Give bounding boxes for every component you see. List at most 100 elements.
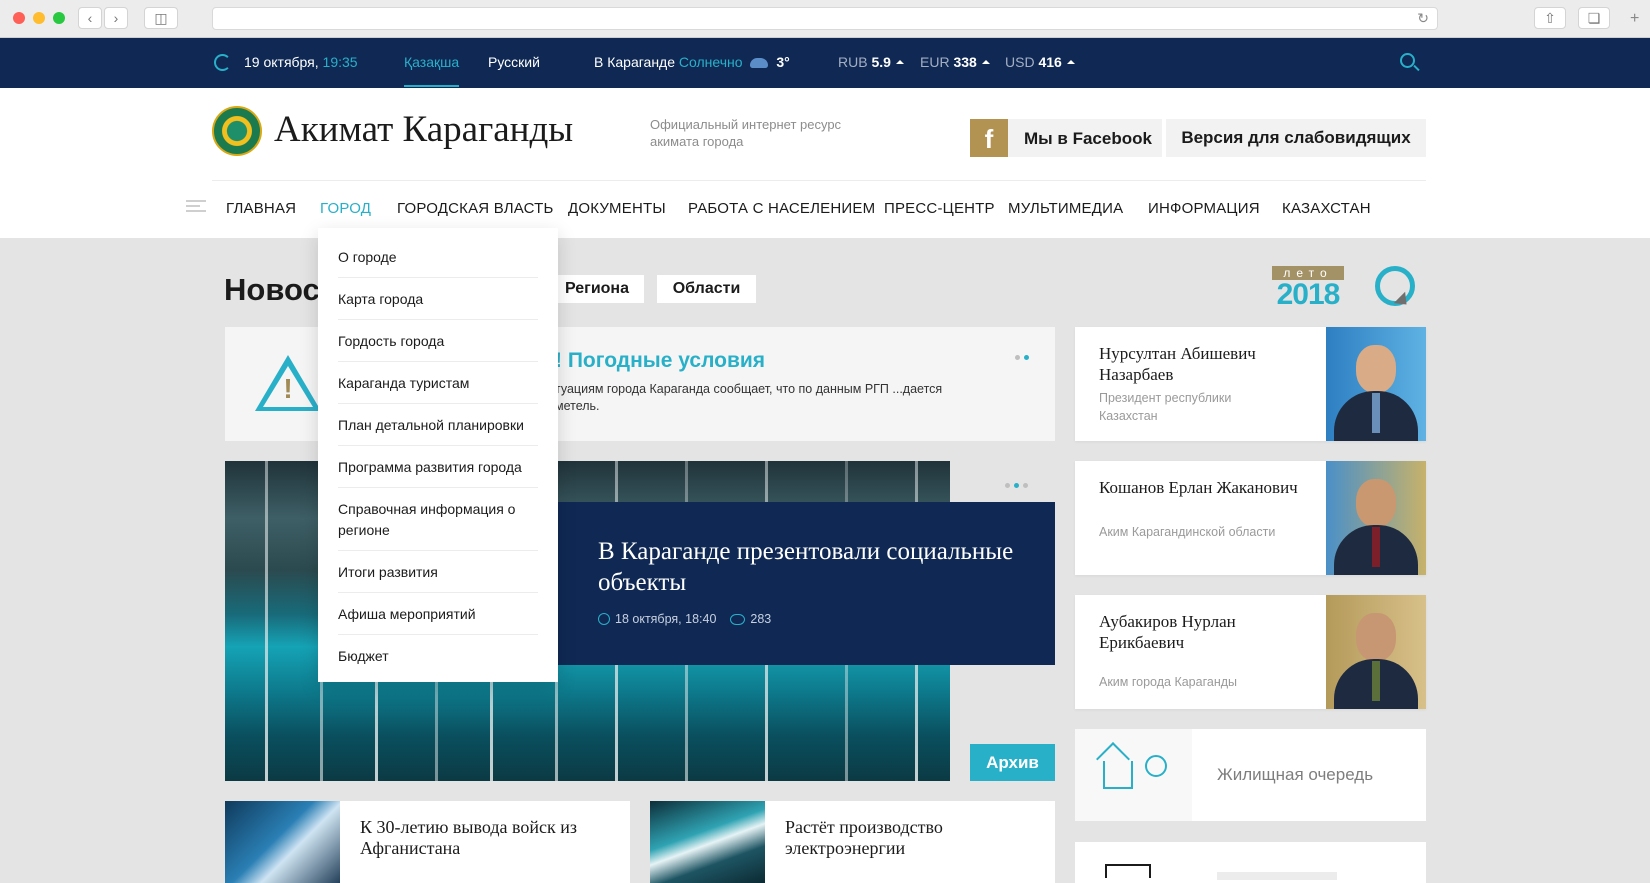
person-photo[interactable] (1326, 595, 1426, 709)
forward-icon[interactable]: › (104, 7, 128, 29)
news-thumbnail[interactable] (225, 801, 340, 883)
news-card[interactable]: Растёт производство электроэнергии (650, 801, 1055, 883)
weather-widget: В Караганде Солнечно 3° (594, 54, 790, 70)
currency-eur[interactable]: EUR 338 (920, 54, 990, 70)
pager-dot-active[interactable] (1014, 483, 1019, 488)
alert-pagination[interactable] (1015, 347, 1045, 360)
weather-city: В Караганде (594, 54, 676, 70)
news-date: 18 октября, 18:40 (615, 612, 717, 626)
tab-region[interactable]: Региона (550, 275, 644, 303)
person-card[interactable]: Нурсултан Абишевич Назарбаев Президент р… (1075, 327, 1426, 441)
tabs-overview-icon[interactable]: ❏ (1578, 7, 1610, 29)
feature-pagination[interactable] (1005, 475, 1035, 488)
currency-value: 338 (953, 54, 977, 70)
currency-code: EUR (920, 54, 950, 70)
news-card-title[interactable]: Растёт производство электроэнергии (785, 817, 1045, 859)
city-emblem-icon[interactable] (212, 106, 262, 156)
pager-dot[interactable] (1015, 355, 1020, 360)
karagandy-region-logo-icon[interactable] (1375, 266, 1415, 306)
close-window-icon[interactable] (13, 12, 25, 24)
person-role: Президент республики Казахстан (1099, 391, 1232, 423)
summer-2018-badge[interactable]: лето 2018 (1272, 266, 1344, 310)
person-name[interactable]: Аубакиров Нурлан Ерикбаевич (1099, 611, 1309, 653)
current-time: 19:35 (322, 54, 358, 70)
service-icon-area (1075, 729, 1192, 821)
person-name[interactable]: Нурсултан Абишевич Назарбаев (1099, 343, 1309, 385)
address-bar[interactable]: ↻ (212, 7, 1438, 30)
news-card[interactable]: К 30-летию вывода войск из Афганистана (225, 801, 630, 883)
clock-spinner-icon (214, 54, 231, 71)
nav-item-home[interactable]: ГЛАВНАЯ (226, 200, 296, 217)
dropdown-item-events[interactable]: Афиша мероприятий (338, 604, 538, 625)
top-info-bar: 19 октября, 19:35 Қазақша Русский В Кара… (0, 38, 1650, 88)
nav-item-information[interactable]: ИНФОРМАЦИЯ (1148, 200, 1260, 217)
nav-item-public-relations[interactable]: РАБОТА С НАСЕЛЕНИЕМ (688, 200, 875, 217)
dropdown-item-tourists[interactable]: Караганда туристам (338, 373, 538, 394)
nav-item-city-government[interactable]: ГОРОДСКАЯ ВЛАСТЬ (397, 200, 554, 217)
featured-news-meta: 18 октября, 18:40 283 (598, 612, 771, 626)
pager-dot[interactable] (1023, 483, 1028, 488)
service-label (1217, 872, 1337, 880)
dropdown-item-city-map[interactable]: Карта города (338, 289, 538, 310)
nav-item-documents[interactable]: ДОКУМЕНТЫ (568, 200, 666, 217)
nav-item-kazakhstan[interactable]: КАЗАХСТАН (1282, 200, 1371, 217)
hamburger-menu-icon[interactable] (186, 200, 206, 212)
pager-dot-active[interactable] (1024, 355, 1029, 360)
low-vision-button[interactable]: Версия для слабовидящих (1166, 119, 1426, 157)
pager-dot[interactable] (1005, 483, 1010, 488)
lang-russian[interactable]: Русский (488, 54, 540, 70)
caret-up-icon (1066, 60, 1075, 64)
news-thumbnail[interactable] (650, 801, 765, 883)
featured-news-card[interactable]: В Караганде презентовали социальные объе… (548, 502, 1055, 665)
dropdown-item-about-city[interactable]: О городе (338, 247, 538, 268)
currency-rub[interactable]: RUB 5.9 (838, 54, 904, 70)
service-label[interactable]: Жилищная очередь (1217, 765, 1373, 785)
reload-icon[interactable]: ↻ (1417, 10, 1429, 27)
dropdown-item-detailed-plan[interactable]: План детальной планировки (338, 415, 538, 436)
person-name[interactable]: Кошанов Ерлан Жаканович (1099, 477, 1309, 498)
archive-button[interactable]: Архив (970, 744, 1055, 781)
caret-up-icon (895, 60, 904, 64)
date-time: 19 октября, 19:35 (244, 54, 358, 70)
zoom-window-icon[interactable] (53, 12, 65, 24)
share-icon[interactable]: ⇧ (1534, 7, 1566, 29)
sidebar-toggle-icon[interactable]: ◫ (144, 7, 178, 29)
news-heading: Новос (224, 272, 320, 307)
facebook-label: Мы в Facebook (1024, 129, 1152, 148)
person-role: Аким Карагандинской области (1099, 525, 1276, 539)
news-card-title[interactable]: К 30-летию вывода войск из Афганистана (360, 817, 620, 859)
nav-item-press-center[interactable]: ПРЕСС-ЦЕНТР (884, 200, 995, 217)
service-card[interactable] (1075, 842, 1426, 883)
currency-usd[interactable]: USD 416 (1005, 54, 1075, 70)
person-photo[interactable] (1326, 461, 1426, 575)
currency-value: 5.9 (871, 54, 891, 70)
service-icon (1105, 864, 1151, 878)
house-icon (1103, 761, 1133, 789)
dropdown-item-development-results[interactable]: Итоги развития (338, 562, 538, 583)
back-icon[interactable]: ‹ (78, 7, 102, 29)
search-icon[interactable] (1400, 53, 1415, 68)
dropdown-item-development-program[interactable]: Программа развития города (338, 457, 538, 478)
person-card[interactable]: Аубакиров Нурлан Ерикбаевич Аким города … (1075, 595, 1426, 709)
tab-oblast[interactable]: Области (657, 275, 756, 303)
nav-item-multimedia[interactable]: МУЛЬТИМЕДИА (1008, 200, 1123, 217)
cloud-icon (750, 58, 769, 68)
dropdown-item-city-pride[interactable]: Гордость города (338, 331, 538, 352)
clock-icon (598, 613, 610, 625)
alert-title[interactable]: ! Погодные условия (555, 349, 765, 373)
currency-value: 416 (1038, 54, 1062, 70)
person-photo[interactable] (1326, 327, 1426, 441)
housing-queue-card[interactable]: Жилищная очередь (1075, 729, 1426, 821)
new-tab-icon[interactable]: + (1630, 10, 1639, 28)
currency-code: USD (1005, 54, 1035, 70)
person-card[interactable]: Кошанов Ерлан Жаканович Аким Карагандинс… (1075, 461, 1426, 575)
dropdown-item-region-info[interactable]: Справочная информация о регионе (338, 499, 538, 541)
site-header: Акимат Караганды Официальный интернет ре… (0, 88, 1650, 238)
dropdown-item-budget[interactable]: Бюджет (338, 646, 538, 667)
lang-kazakh[interactable]: Қазақша (404, 54, 460, 87)
featured-news-title[interactable]: В Караганде презентовали социальные объе… (598, 536, 1018, 598)
nav-item-city[interactable]: ГОРОД (320, 200, 371, 217)
site-title[interactable]: Акимат Караганды (274, 108, 573, 151)
minimize-window-icon[interactable] (33, 12, 45, 24)
facebook-button[interactable]: f Мы в Facebook (970, 119, 1162, 157)
